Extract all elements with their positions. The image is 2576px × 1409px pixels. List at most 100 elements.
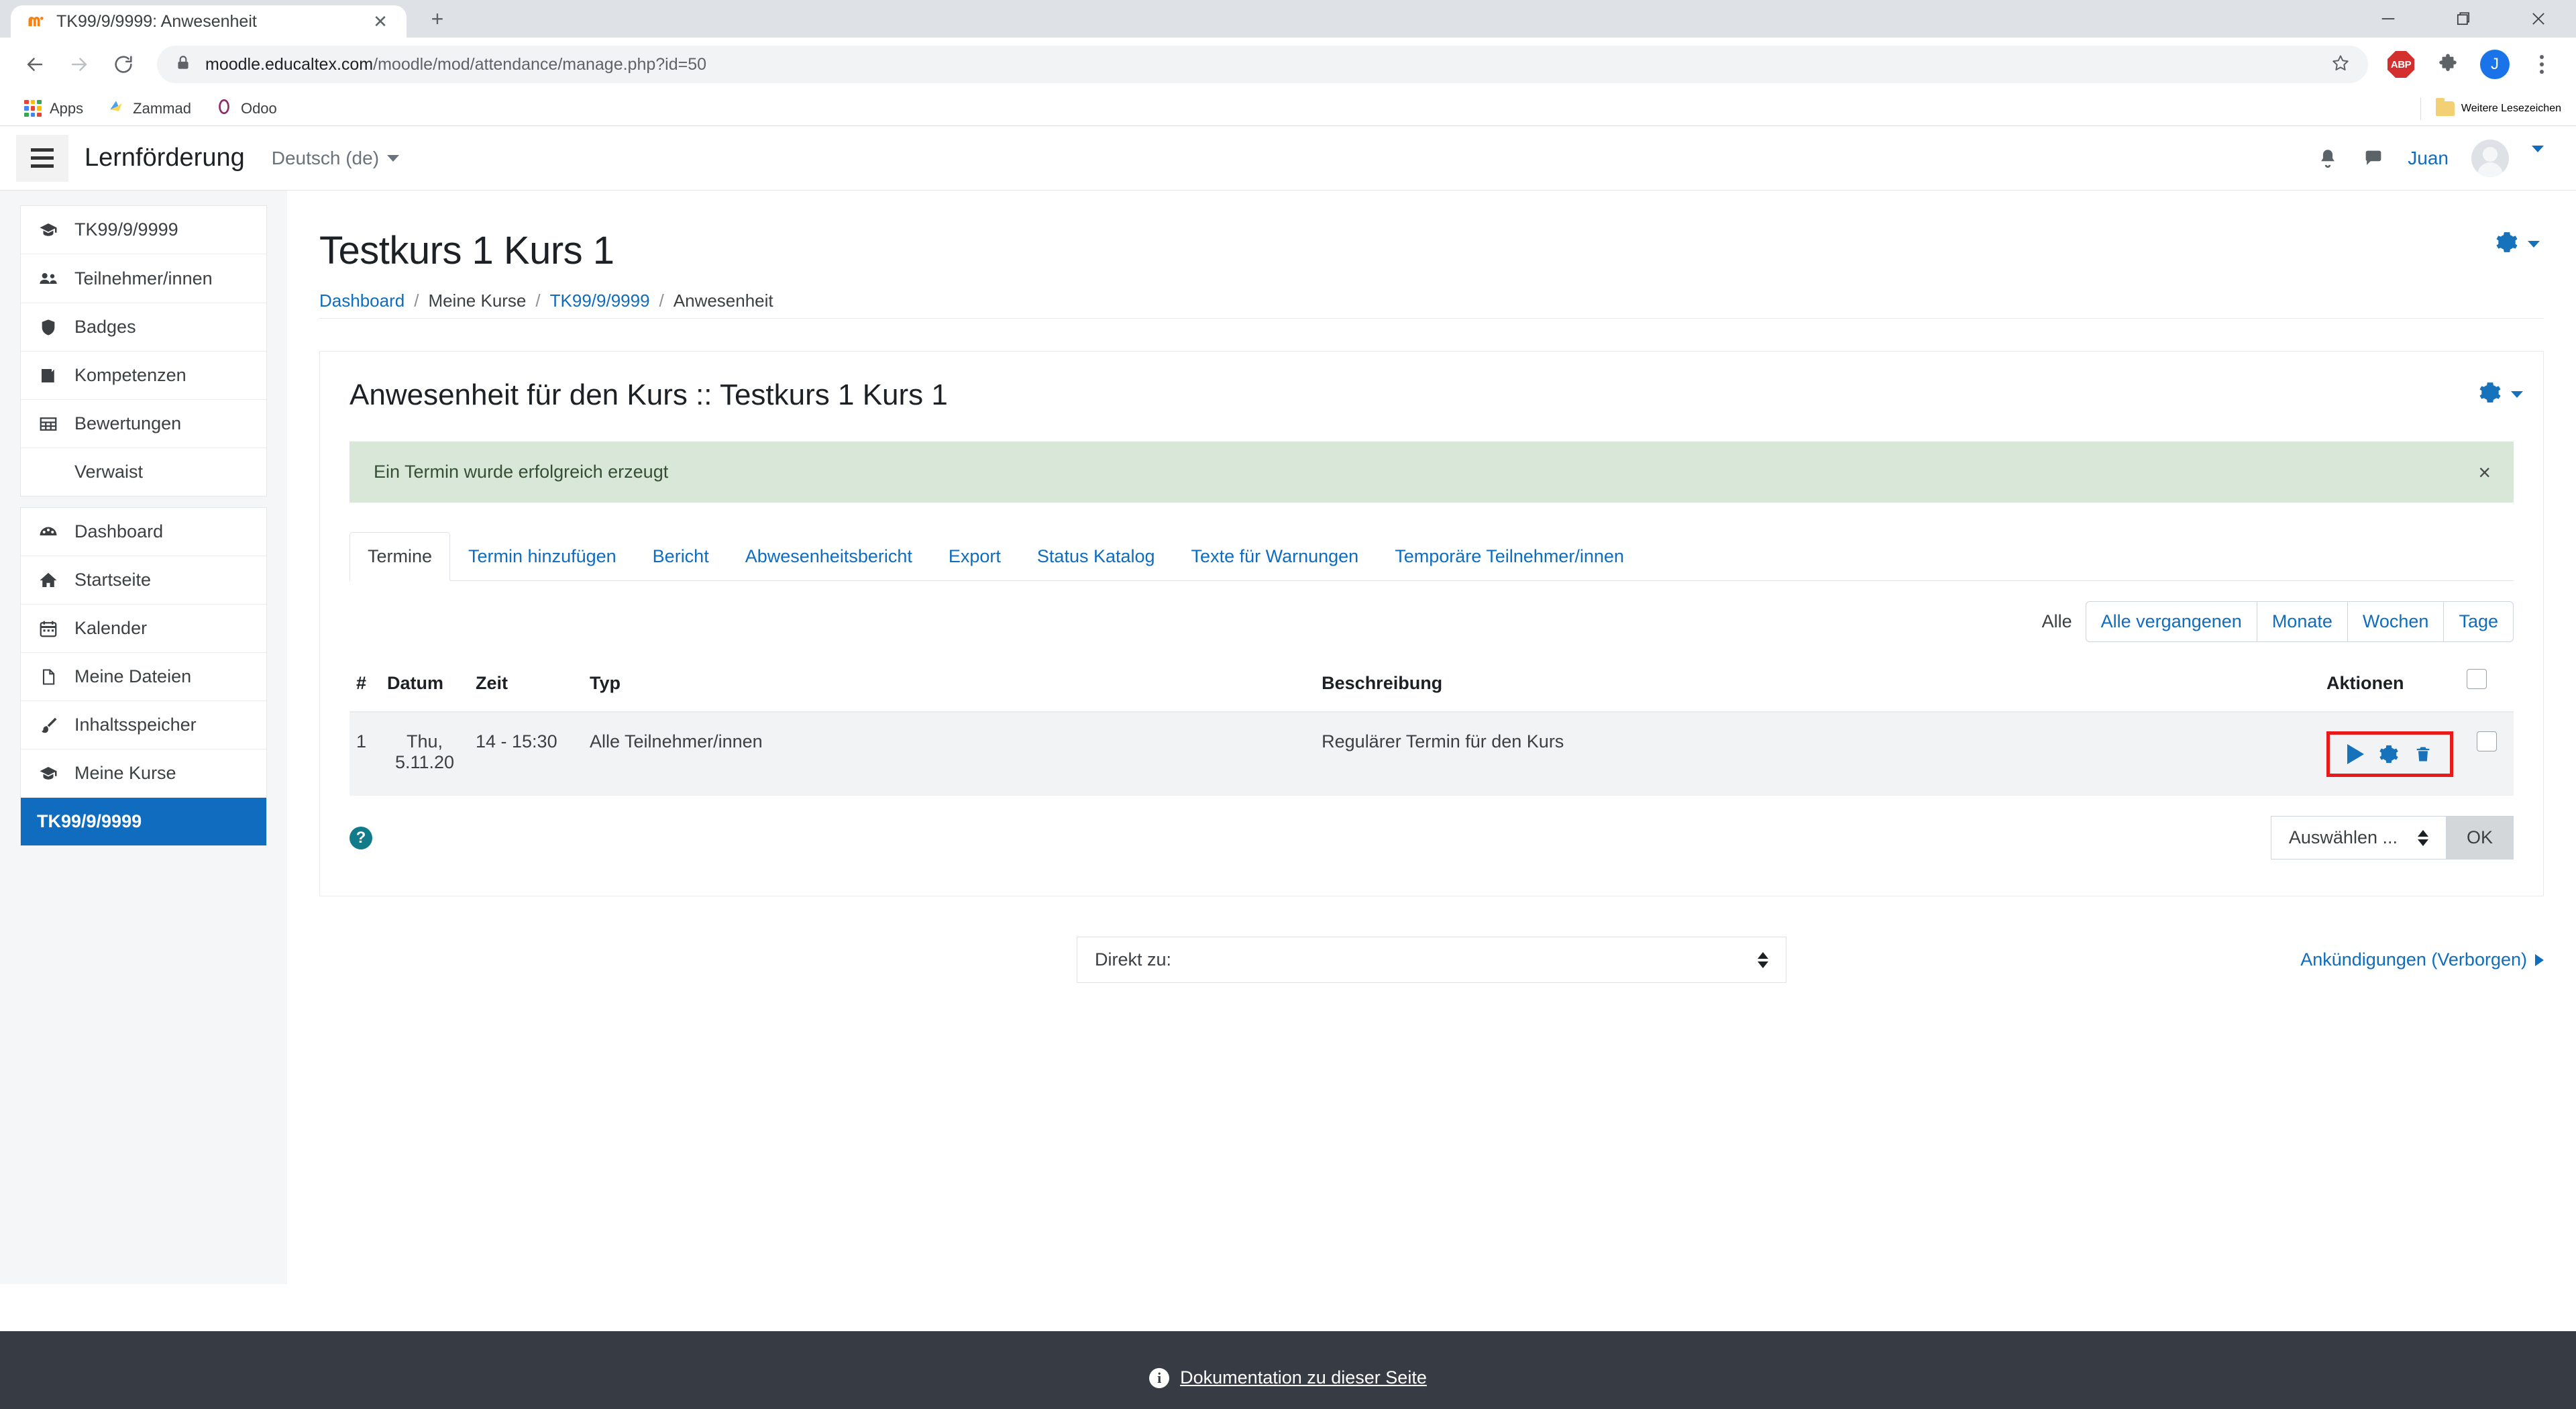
sidebar-item-dashboard[interactable]: Dashboard (21, 508, 266, 556)
zammad-icon (107, 98, 125, 119)
browser-tab[interactable]: TK99/9/9999: Anwesenheit ✕ (11, 5, 407, 38)
calendar-icon (37, 619, 60, 639)
profile-initial: J (2480, 50, 2510, 79)
url-host: moodle.educaltex.com (205, 54, 374, 74)
filter-monate[interactable]: Monate (2256, 601, 2348, 642)
edit-gear-icon[interactable] (2379, 744, 2399, 764)
success-alert: Ein Termin wurde erfolgreich erzeugt × (350, 441, 2514, 503)
help-icon[interactable]: ? (350, 826, 372, 849)
language-menu[interactable]: Deutsch (de) (272, 148, 400, 169)
breadcrumb-sep: / (535, 291, 541, 311)
adblock-plus-icon[interactable]: ABP (2381, 45, 2420, 84)
address-bar[interactable]: moodle.educaltex.com/moodle/mod/attendan… (157, 46, 2368, 83)
session-filter-bar: Alle Alle vergangenen Monate Wochen Tage (350, 581, 2514, 660)
close-icon[interactable]: × (2478, 462, 2491, 483)
filter-alle-vergangenen[interactable]: Alle vergangenen (2085, 601, 2257, 642)
tab-status-katalog[interactable]: Status Katalog (1019, 532, 1173, 581)
breadcrumb-dashboard[interactable]: Dashboard (319, 291, 405, 311)
chevron-down-icon (2511, 390, 2523, 398)
sidebar-item-label: Verwaist (74, 462, 144, 482)
filter-wochen[interactable]: Wochen (2347, 601, 2445, 642)
filter-tage[interactable]: Tage (2443, 601, 2514, 642)
footer-doc-link[interactable]: Dokumentation zu dieser Seite (1180, 1367, 1427, 1388)
hamburger-icon[interactable] (16, 134, 68, 182)
sidebar-item-label: TK99/9/9999 (74, 219, 178, 240)
page-settings-menu[interactable] (2496, 231, 2540, 257)
bulk-ok-button[interactable]: OK (2446, 816, 2514, 859)
user-menu-chevron-icon[interactable] (2532, 145, 2544, 164)
sidebar-item-meine-dateien[interactable]: Meine Dateien (21, 653, 266, 701)
announcements-link[interactable]: Ankündigungen (Verborgen) (2300, 949, 2544, 970)
forward-button[interactable] (59, 44, 99, 85)
header-typ: Typ (583, 660, 1316, 713)
select-all-checkbox[interactable] (2467, 669, 2487, 689)
take-attendance-icon[interactable] (2347, 744, 2364, 764)
lock-icon (174, 54, 192, 75)
header-divider (319, 318, 2544, 319)
tab-bericht[interactable]: Bericht (635, 532, 727, 581)
sidebar-item-kalender[interactable]: Kalender (21, 605, 266, 653)
other-bookmarks[interactable]: Weitere Lesezeichen (2420, 97, 2561, 120)
sidebar-item-label: Kalender (74, 618, 148, 638)
sessions-table-head: # Datum Zeit Typ Beschreibung Aktionen (350, 660, 2514, 713)
minimize-window-icon[interactable] (2351, 0, 2426, 38)
sidebar-item-tk99-course[interactable]: TK99/9/9999 (21, 206, 266, 254)
bookmark-zammad-label: Zammad (133, 99, 191, 117)
sidebar-item-kompetenzen[interactable]: Kompetenzen (21, 352, 266, 400)
tab-texte-fuer-warnungen[interactable]: Texte für Warnungen (1173, 532, 1377, 581)
chrome-menu-icon[interactable] (2522, 45, 2561, 84)
bell-icon[interactable] (2316, 147, 2339, 170)
header-num: # (350, 660, 380, 713)
delete-trash-icon[interactable] (2414, 745, 2432, 764)
card-settings-menu[interactable] (2479, 381, 2523, 407)
breadcrumb-tk99[interactable]: TK99/9/9999 (550, 291, 650, 311)
new-tab-button[interactable]: + (421, 3, 453, 35)
row-select-checkbox[interactable] (2477, 731, 2497, 751)
graduation-cap-icon (37, 220, 60, 240)
bulk-action-select[interactable]: Auswählen ... (2270, 816, 2447, 859)
avatar[interactable] (2471, 139, 2509, 177)
announcements-label: Ankündigungen (Verborgen) (2300, 949, 2527, 970)
bookmark-zammad[interactable]: Zammad (98, 94, 201, 123)
tab-temporaere-teilnehmer[interactable]: Temporäre Teilnehmer/innen (1377, 532, 1642, 581)
maximize-window-icon[interactable] (2426, 0, 2501, 38)
bulk-action-group: Auswählen ... OK (2270, 816, 2514, 859)
table-row: 1 Thu, 5.11.20 14 - 15:30 Alle Teilnehme… (350, 712, 2514, 796)
close-window-icon[interactable] (2501, 0, 2576, 38)
user-menu-name[interactable]: Juan (2408, 148, 2449, 169)
sidebar-item-label: Bewertungen (74, 413, 182, 433)
tab-termine[interactable]: Termine (350, 532, 451, 581)
page-title: Testkurs 1 Kurs 1 (319, 229, 614, 272)
chat-icon[interactable] (2362, 147, 2385, 170)
sidebar-item-tk99-active[interactable]: TK99/9/9999 (21, 798, 266, 845)
jumpto-row: Direkt zu: Ankündigungen (Verborgen) (319, 896, 2544, 990)
jumpto-select[interactable]: Direkt zu: (1077, 937, 1786, 983)
sidebar-item-label: Inhaltsspeicher (74, 715, 197, 735)
tab-export[interactable]: Export (930, 532, 1019, 581)
other-bookmarks-label: Weitere Lesezeichen (2461, 102, 2561, 114)
bookmark-apps[interactable]: Apps (15, 96, 93, 121)
site-brand[interactable]: Lernförderung (85, 144, 245, 172)
sidebar-item-badges[interactable]: Badges (21, 303, 266, 352)
header-datum: Datum (380, 660, 469, 713)
sidebar-item-meine-kurse[interactable]: Meine Kurse (21, 749, 266, 798)
bookmark-star-icon[interactable] (2330, 53, 2351, 76)
sidebar-item-startseite[interactable]: Startseite (21, 556, 266, 605)
sidebar-item-inhaltsspeicher[interactable]: Inhaltsspeicher (21, 701, 266, 749)
tab-abwesenheitsbericht[interactable]: Abwesenheitsbericht (727, 532, 930, 581)
bookmark-apps-label: Apps (50, 99, 84, 117)
cell-num: 1 (350, 712, 380, 796)
tab-termin-hinzufuegen[interactable]: Termin hinzufügen (450, 532, 635, 581)
sidebar-item-label: Meine Dateien (74, 666, 192, 686)
sidebar-item-bewertungen[interactable]: Bewertungen (21, 400, 266, 448)
back-button[interactable] (15, 44, 55, 85)
sidebar-item-verwaist[interactable]: Verwaist (21, 448, 266, 496)
cell-typ: Alle Teilnehmer/innen (583, 712, 1316, 796)
sidebar-item-teilnehmer[interactable]: Teilnehmer/innen (21, 254, 266, 303)
close-tab-icon[interactable]: ✕ (369, 10, 392, 33)
sidebar-item-label: Dashboard (74, 521, 164, 541)
chrome-profile-icon[interactable]: J (2475, 45, 2514, 84)
extensions-puzzle-icon[interactable] (2428, 45, 2467, 84)
bookmark-odoo[interactable]: Odoo (206, 94, 286, 123)
reload-button[interactable] (103, 44, 144, 85)
